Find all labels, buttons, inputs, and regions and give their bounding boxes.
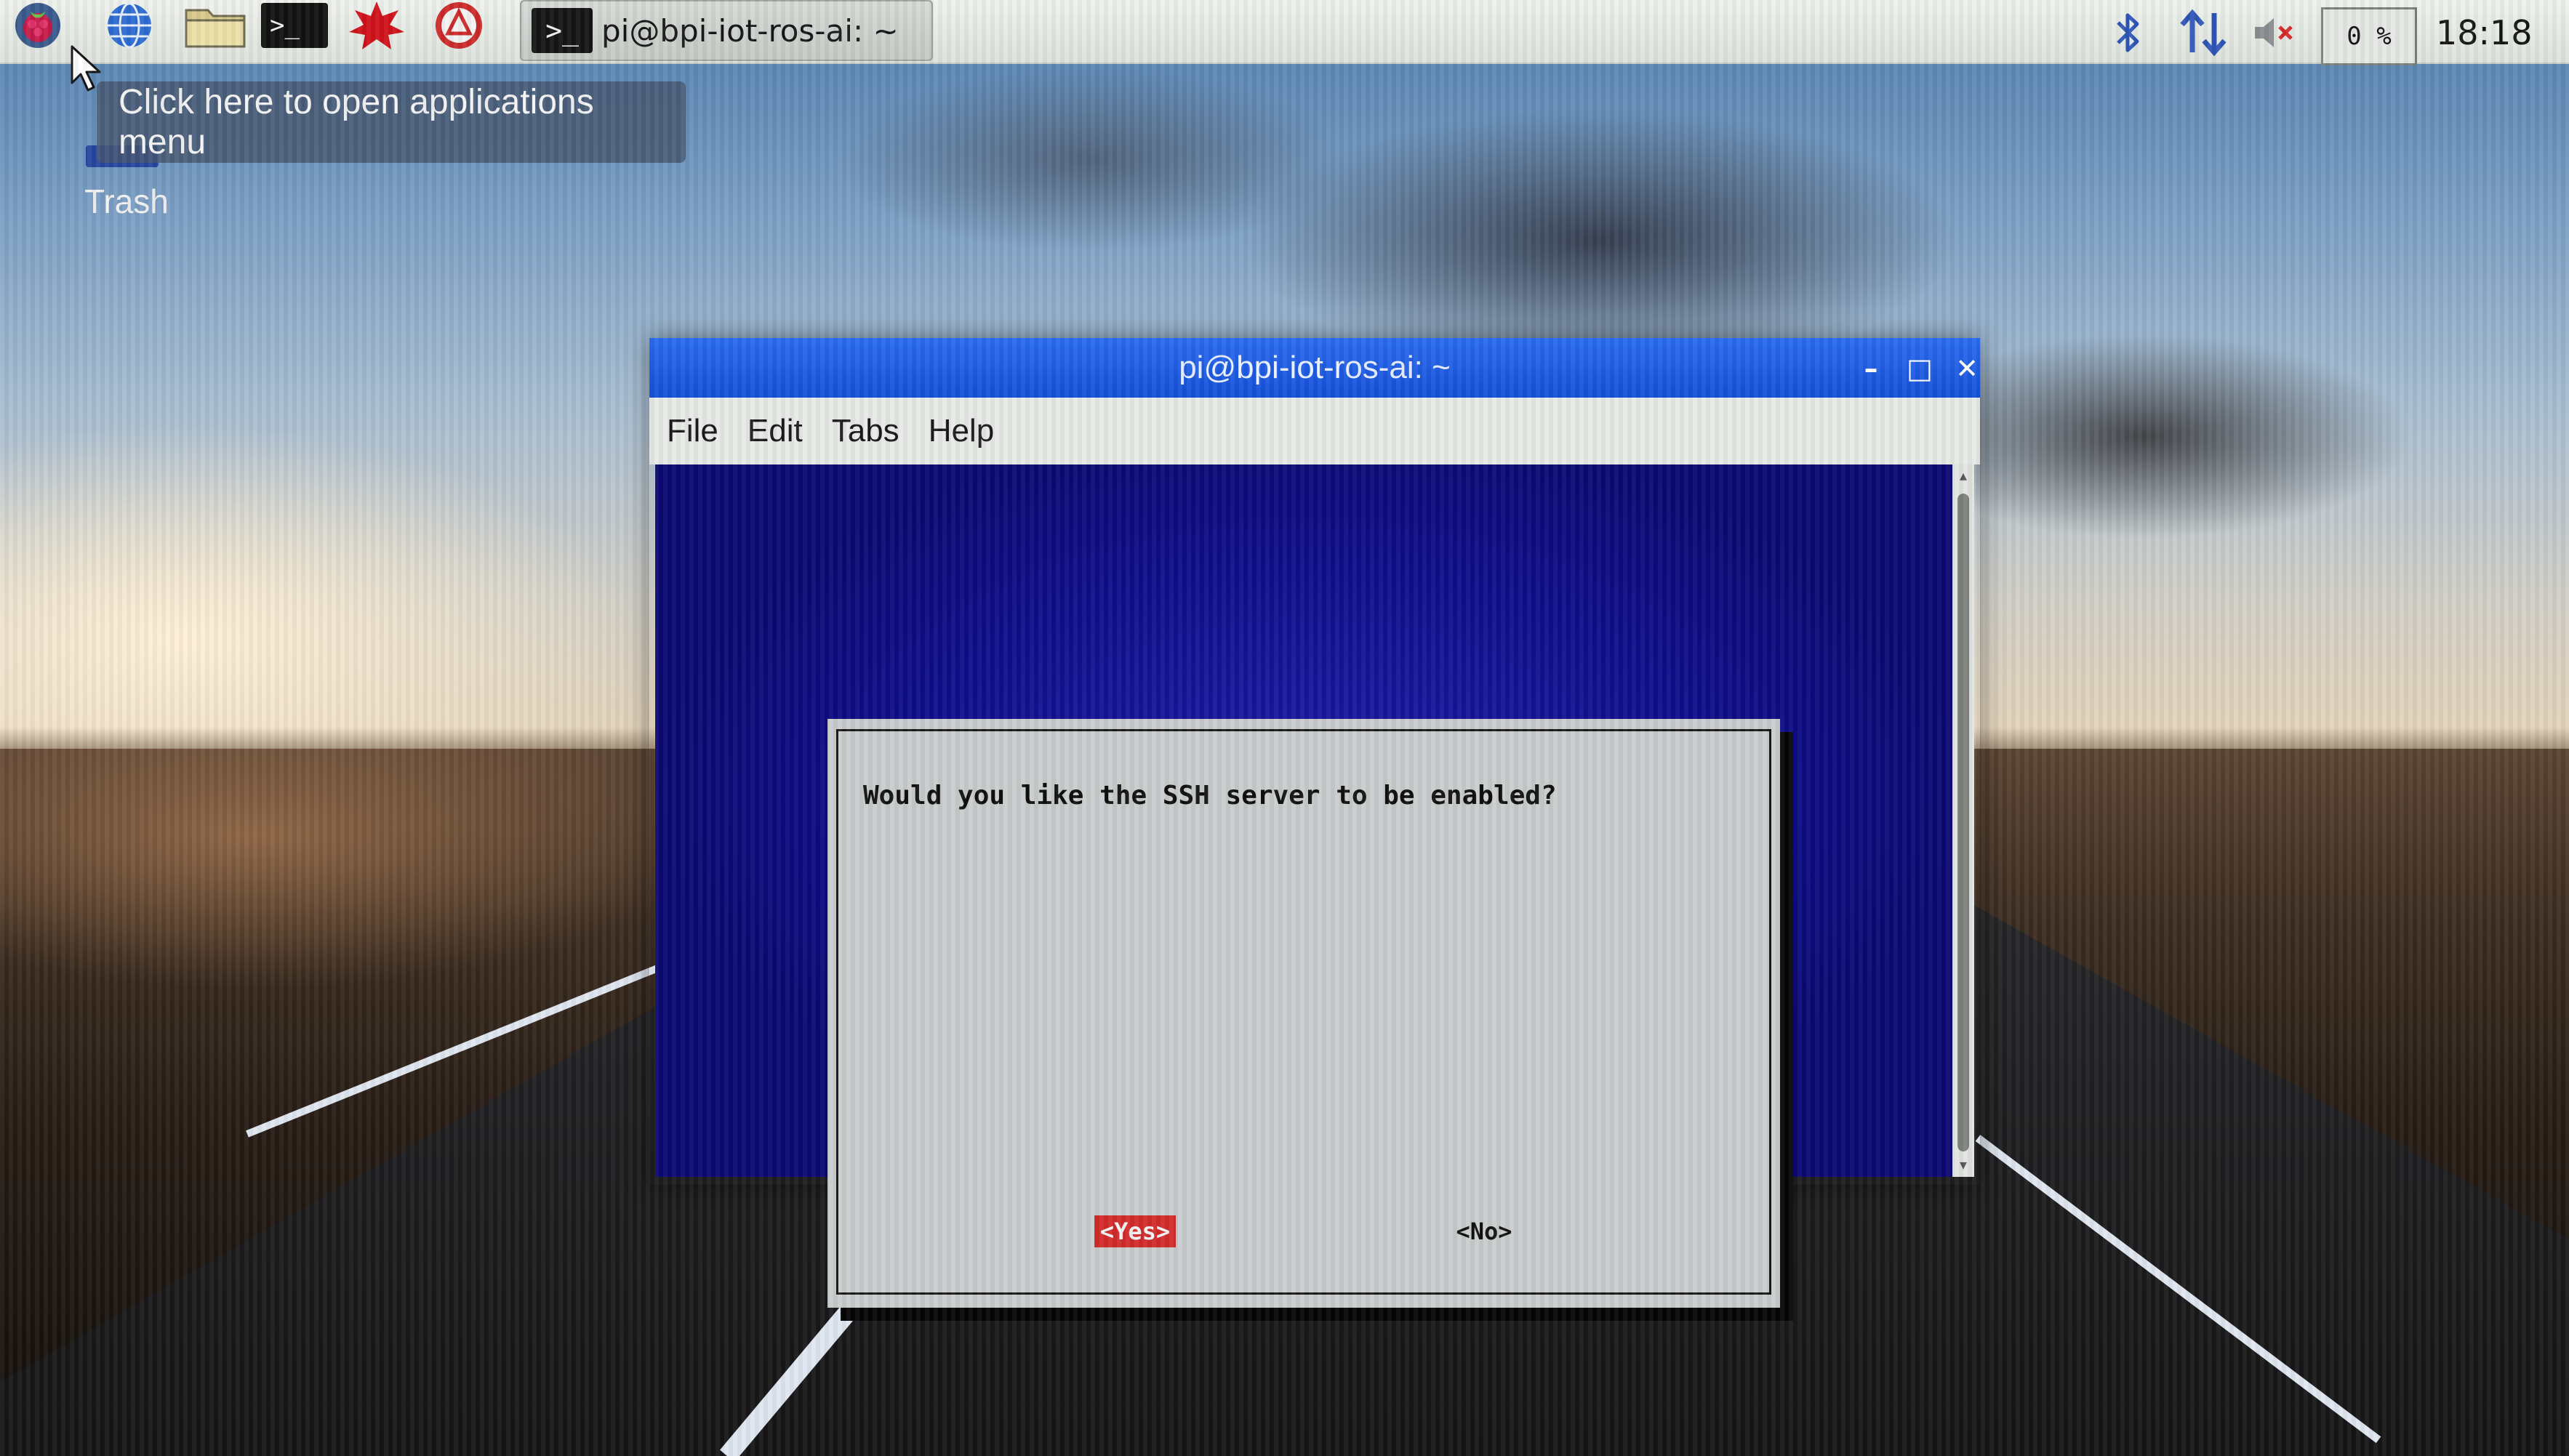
raspberry-menu-icon[interactable]: [3, 0, 73, 51]
panel-clock[interactable]: 18:18: [2436, 13, 2533, 52]
menu-help[interactable]: Help: [929, 413, 995, 449]
scroll-down-icon[interactable]: ▾: [1955, 1157, 1971, 1173]
task-terminal-button[interactable]: >_ pi@bpi-iot-ros-ai: ~: [520, 0, 933, 61]
cpu-usage-monitor[interactable]: 0 %: [2321, 7, 2417, 65]
bluetooth-icon[interactable]: [2103, 7, 2154, 58]
svg-text:>_: >_: [270, 11, 300, 40]
top-panel: >_ >_ pi@bpi-iot-ros-ai: ~ 0 % 18:18: [0, 0, 2569, 65]
task-terminal-label: pi@bpi-iot-ros-ai: ~: [601, 12, 899, 49]
network-arrows-icon[interactable]: [2174, 7, 2232, 58]
dialog-frame: Would you like the SSH server to be enab…: [836, 729, 1771, 1295]
terminal-window: pi@bpi-iot-ros-ai: ~ – □ ✕ File Edit Tab…: [649, 338, 1980, 1321]
dialog-message: Would you like the SSH server to be enab…: [863, 781, 1557, 811]
menu-tabs[interactable]: Tabs: [832, 413, 899, 449]
scroll-up-icon[interactable]: ▴: [1955, 467, 1971, 483]
window-titlebar[interactable]: pi@bpi-iot-ros-ai: ~ – □ ✕: [649, 338, 1980, 398]
close-button[interactable]: ✕: [1947, 348, 1987, 389]
minimize-button[interactable]: –: [1851, 348, 1891, 389]
yes-button[interactable]: <Yes>: [1094, 1215, 1176, 1247]
math-app-icon[interactable]: [342, 0, 412, 51]
ssh-dialog: Would you like the SSH server to be enab…: [827, 719, 1780, 1308]
file-manager-icon[interactable]: [180, 0, 250, 51]
menu-edit[interactable]: Edit: [748, 413, 803, 449]
web-browser-icon[interactable]: [95, 0, 164, 51]
scrollbar-thumb[interactable]: [1957, 494, 1969, 1151]
mouse-cursor-icon: [71, 45, 101, 92]
terminal-scrollbar[interactable]: ▴ ▾: [1952, 464, 1974, 1177]
window-title: pi@bpi-iot-ros-ai: ~: [1179, 350, 1451, 385]
task-terminal-icon: >_: [532, 8, 593, 53]
no-button[interactable]: <No>: [1448, 1215, 1520, 1247]
terminal-area[interactable]: Would you like the SSH server to be enab…: [655, 464, 1952, 1321]
trash-label[interactable]: Trash: [84, 182, 169, 221]
applications-menu-tooltip: Click here to open applications menu: [97, 81, 686, 163]
wolfram-icon[interactable]: [424, 0, 494, 51]
menu-bar: File Edit Tabs Help: [649, 398, 1980, 464]
menu-file[interactable]: File: [667, 413, 718, 449]
volume-muted-icon[interactable]: [2248, 7, 2299, 58]
maximize-button[interactable]: □: [1899, 348, 1940, 389]
terminal-icon[interactable]: >_: [260, 0, 329, 51]
